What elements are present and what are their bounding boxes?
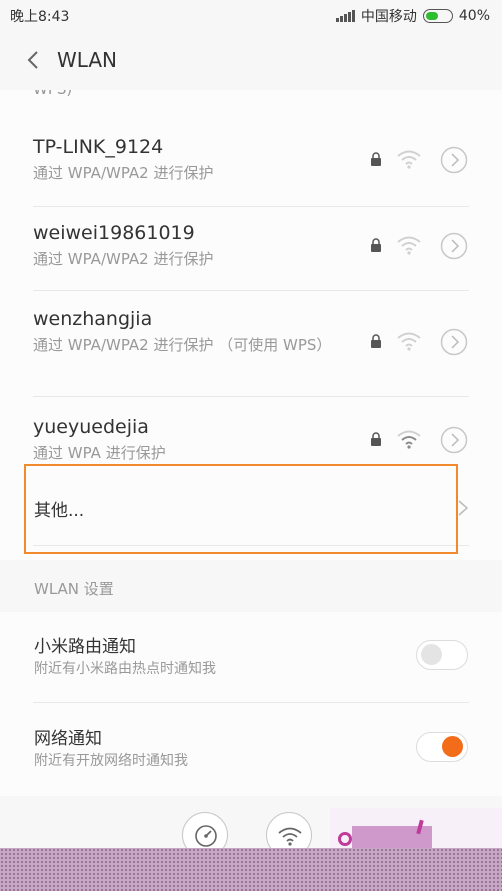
speed-test-icon xyxy=(195,825,217,847)
watermark-patch xyxy=(330,808,502,850)
wifi-icon xyxy=(278,827,302,846)
wifi-signal-icon xyxy=(397,332,421,351)
network-notify-toggle[interactable] xyxy=(416,732,468,762)
title-bar: WLAN xyxy=(0,32,502,90)
page-title: WLAN xyxy=(57,48,118,72)
router-notify-toggle[interactable] xyxy=(416,640,468,670)
watermark-overlay xyxy=(0,848,502,891)
divider xyxy=(33,702,469,703)
wifi-signal-icon xyxy=(397,236,421,255)
network-security: 通过 WPA/WPA2 进行保护 xyxy=(33,164,214,182)
section-header: WLAN 设置 xyxy=(34,580,114,598)
lock-icon xyxy=(371,334,381,348)
status-bar: 晚上8:43 中国移动 40% xyxy=(0,0,502,32)
back-button[interactable] xyxy=(22,48,46,72)
network-security: 通过 WPA 进行保护 xyxy=(33,444,166,462)
signal-bars-icon xyxy=(335,10,355,22)
network-security-cut: WPS) xyxy=(33,90,72,98)
wlan-settings-list: 小米路由通知 附近有小米路由热点时通知我 网络通知 附近有开放网络时通知我 xyxy=(0,612,502,796)
divider xyxy=(33,206,469,207)
setting-title: 小米路由通知 xyxy=(34,637,136,657)
lock-icon xyxy=(371,432,381,446)
battery-icon xyxy=(422,9,453,23)
network-detail-button[interactable] xyxy=(440,146,468,174)
highlight-box xyxy=(24,464,458,554)
wifi-signal-icon xyxy=(397,150,421,169)
bottom-bar xyxy=(0,796,502,891)
network-detail-button[interactable] xyxy=(440,426,468,454)
lock-icon xyxy=(371,152,381,166)
divider xyxy=(33,396,469,397)
network-detail-button[interactable] xyxy=(440,328,468,356)
divider xyxy=(33,290,469,291)
battery-percent: 40% xyxy=(458,8,490,24)
chevron-right-icon xyxy=(458,500,469,516)
lock-icon xyxy=(371,238,381,252)
settings-item-network-notify[interactable]: 网络通知 附近有开放网络时通知我 xyxy=(0,704,502,790)
network-ssid: TP-LINK_9124 xyxy=(33,136,164,158)
network-ssid: wenzhangjia xyxy=(33,308,153,330)
network-ssid: yueyuedejia xyxy=(33,416,149,438)
status-time: 晚上8:43 xyxy=(10,9,70,25)
setting-subtitle: 附近有小米路由热点时通知我 xyxy=(34,661,216,677)
carrier-name: 中国移动 xyxy=(360,9,417,25)
status-right: 中国移动 40% xyxy=(335,6,490,26)
chevron-left-icon xyxy=(27,51,38,69)
wlan-list-area: WPS) TP-LINK_9124 通过 WPA/WPA2 进行保护 w xyxy=(0,90,502,796)
wifi-signal-icon xyxy=(397,430,421,449)
network-ssid: weiwei19861019 xyxy=(33,222,195,244)
network-detail-button[interactable] xyxy=(440,232,468,260)
setting-subtitle: 附近有开放网络时通知我 xyxy=(34,753,188,769)
network-security: 通过 WPA/WPA2 进行保护 （可使用 WPS） xyxy=(33,336,332,354)
network-security: 通过 WPA/WPA2 进行保护 xyxy=(33,250,214,268)
settings-item-xiaomi-router-notify[interactable]: 小米路由通知 附近有小米路由热点时通知我 xyxy=(0,612,502,698)
setting-title: 网络通知 xyxy=(34,729,102,749)
